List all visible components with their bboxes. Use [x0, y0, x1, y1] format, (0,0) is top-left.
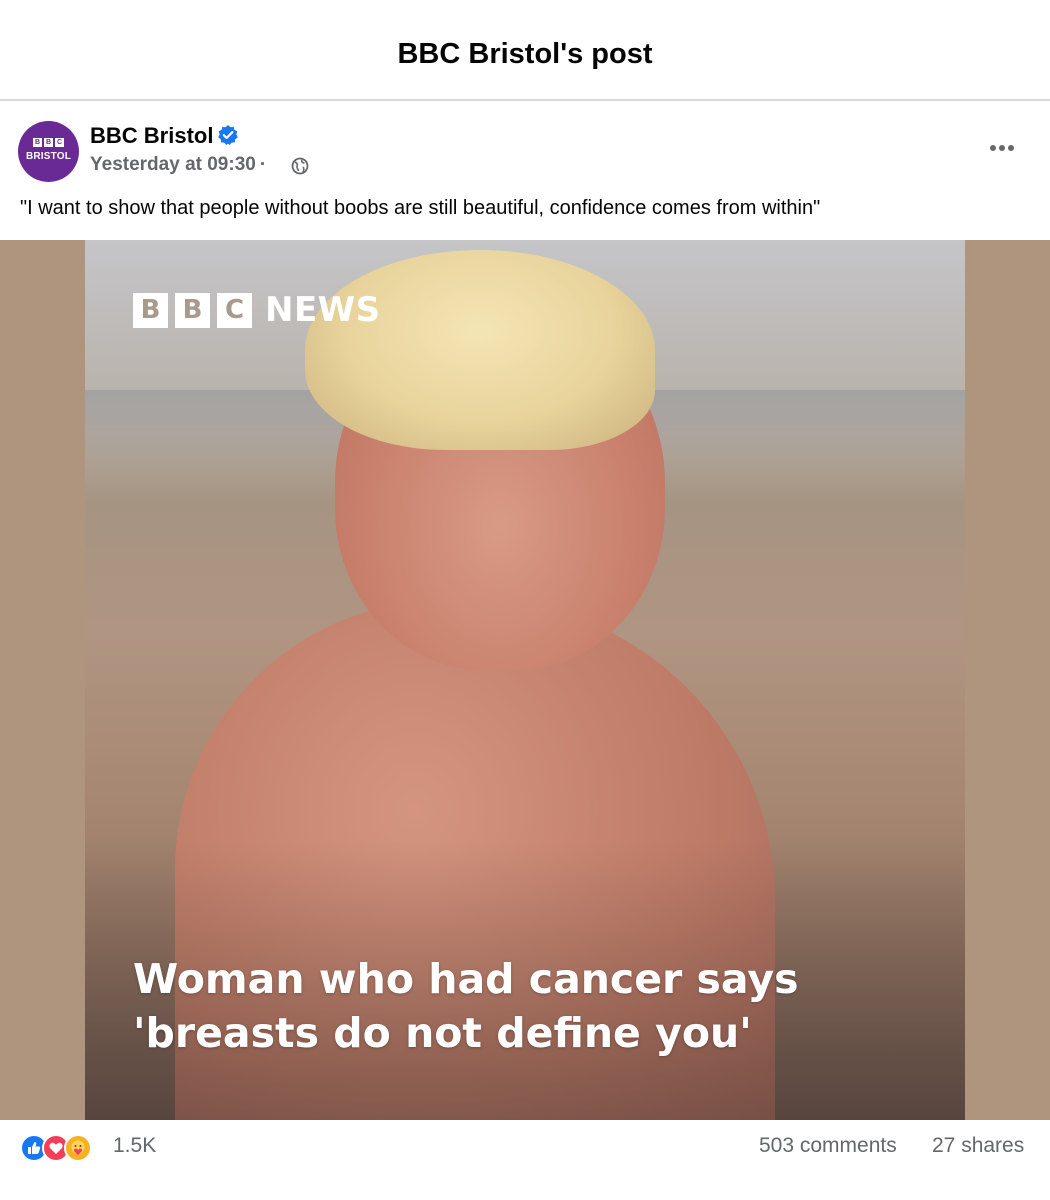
bbc-news-logo: B B C NEWS [133, 290, 381, 330]
post-timestamp[interactable]: Yesterday at 09:30 [90, 154, 256, 175]
avatar-block: B [33, 138, 42, 147]
image-headline: Woman who had cancer says 'breasts do no… [133, 952, 923, 1060]
more-dot [1008, 145, 1014, 151]
avatar-logo: B B C [33, 138, 64, 147]
logo-block: B [175, 292, 210, 328]
page-title: BBC Bristol's post [397, 38, 653, 70]
post-stats: 1.5K 503 comments 27 shares [0, 1120, 1050, 1200]
post-media[interactable]: B B C NEWS Woman who had cancer says 'br… [0, 240, 1050, 1120]
avatar-block: C [55, 138, 64, 147]
comments-count-link[interactable]: 503 comments [759, 1134, 897, 1158]
post-caption: "I want to show that people without boob… [20, 197, 821, 219]
care-icon [64, 1134, 92, 1162]
globe-icon [291, 157, 309, 175]
top-bar: BBC Bristol's post [0, 0, 1050, 101]
logo-word: NEWS [265, 290, 381, 330]
post-header: B B C BRISTOL BBC Bristol Yesterday at 0… [0, 103, 1050, 240]
reaction-count[interactable]: 1.5K [113, 1134, 156, 1158]
headline-line: Woman who had cancer says [133, 955, 799, 1003]
more-options-button[interactable] [990, 136, 1020, 160]
post-image[interactable]: B B C NEWS Woman who had cancer says 'br… [85, 240, 965, 1120]
verified-badge-icon [218, 125, 238, 145]
logo-block: C [217, 292, 252, 328]
headline-line: 'breasts do not define you' [133, 1009, 752, 1057]
shares-count-link[interactable]: 27 shares [932, 1134, 1024, 1158]
meta-separator: · [259, 154, 267, 175]
post-meta: Yesterday at 09:30 · [90, 154, 270, 176]
more-dot [990, 145, 996, 151]
avatar-block: B [44, 138, 53, 147]
avatar[interactable]: B B C BRISTOL [18, 121, 79, 182]
avatar-label: BRISTOL [25, 151, 72, 162]
more-dot [999, 145, 1005, 151]
photo-person-hair [305, 250, 655, 450]
reactions-summary[interactable] [20, 1133, 92, 1163]
logo-block: B [133, 292, 168, 328]
page-name-link[interactable]: BBC Bristol [90, 123, 213, 149]
